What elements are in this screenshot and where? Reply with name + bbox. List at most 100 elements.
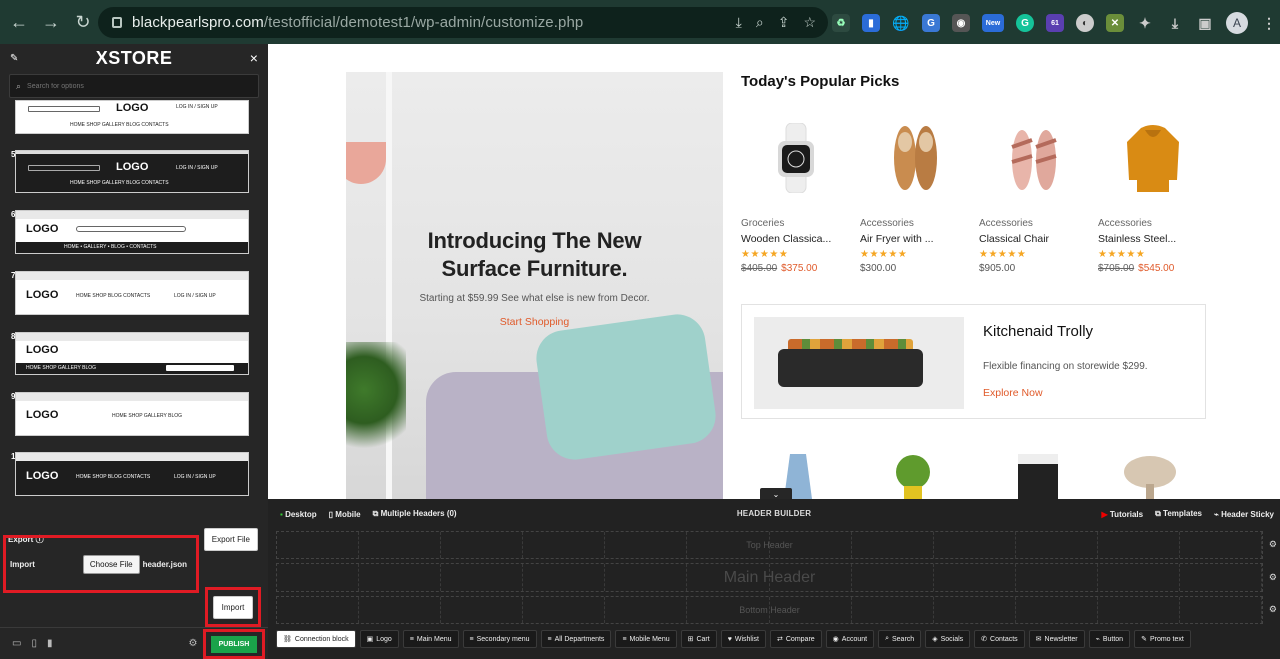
product-thumbnail[interactable] [1120,454,1180,499]
badge-extension-icon[interactable]: 61 [1046,14,1064,32]
header-preset[interactable]: LOGO HOME SHOP BLOG CONTACTS LOG IN / SI… [15,452,249,496]
element-compare[interactable]: ⇄ Compare [770,630,822,648]
grammarly-extension-icon[interactable]: G [1016,14,1034,32]
product-card[interactable]: Accessories Stainless Steel... ★★★★★ $70… [1098,112,1208,274]
search-box [166,365,234,371]
color-extension-icon[interactable]: ◐ [1076,14,1094,32]
close-icon[interactable]: × [250,50,258,66]
element-search[interactable]: ⌕ Search [878,630,922,648]
recycle-extension-icon[interactable]: ♻ [832,14,850,32]
product-name[interactable]: Wooden Classica... [741,233,851,245]
x-extension-icon[interactable]: ✕ [1106,14,1124,32]
product-price: $705.00 $545.00 [1098,263,1175,274]
import-row: Import Choose File header.json [3,535,199,593]
compare-icon: ⇄ [777,636,783,643]
pillow-shape [532,310,720,464]
pin-icon[interactable]: ✎ [10,53,18,64]
header-preset[interactable]: LOGO LOG IN / SIGN UP HOME SHOP GALLERY … [15,150,249,193]
hero-subtitle: Starting at $59.99 See what else is new … [419,293,650,304]
bottom-header-settings-icon[interactable]: ⚙ [1269,604,1277,615]
forward-icon[interactable]: → [38,9,64,35]
zoom-icon[interactable]: ⌕ [756,14,764,31]
tablet-preview-icon[interactable]: ▯ [31,638,37,649]
header-preset[interactable]: LOGO HOME SHOP GALLERY BLOG [15,332,249,375]
reload-icon[interactable]: ↻ [70,9,96,35]
puzzle-extensions-icon[interactable]: ✦ [1136,14,1154,32]
docs-extension-icon[interactable]: ▮ [862,14,880,32]
desktop-preview-icon[interactable]: ▭ [12,638,21,649]
menu-icon: ≡ [622,635,627,643]
main-header-row[interactable]: Main Header [276,563,1263,592]
product-price: $300.00 [860,263,897,274]
product-thumbnail[interactable] [1013,454,1073,499]
rating-stars: ★★★★★ [1098,249,1146,260]
bottom-header-row[interactable]: Bottom Header [276,596,1263,624]
product-image[interactable] [860,112,970,204]
import-button[interactable]: Import [212,595,254,619]
header-preset[interactable]: LOGO HOME • GALLERY • BLOG • CONTACTS [15,210,249,254]
product-thumbnail[interactable] [888,454,948,499]
back-icon[interactable]: ← [6,9,32,35]
share-icon[interactable]: ⇪ [778,14,790,31]
new-extension-icon[interactable]: New [982,14,1004,32]
product-name[interactable]: Air Fryer with ... [860,233,970,245]
top-header-row[interactable]: Top Header [276,531,1263,559]
hero-banner[interactable]: Introducing The New Surface Furniture. S… [346,72,723,499]
profile-avatar[interactable]: A [1226,12,1248,34]
element-secondary-menu[interactable]: ≡ Secondary menu [462,630,537,648]
download-blocked-icon[interactable]: ⤓ [736,14,742,31]
bookmark-star-icon[interactable]: ☆ [803,14,816,31]
element-connection-block[interactable]: ⛓ Connection block [276,630,356,648]
browser-toolbar: ← → ↻ blackpearlspro.com/testofficial/de… [0,0,1280,44]
element-all-departments[interactable]: ≡ All Departments [540,630,612,648]
element-account[interactable]: ◉ Account [825,630,875,648]
header-preset[interactable]: LOGO LOG IN / SIGN UP HOME SHOP GALLERY … [15,100,249,134]
sidepanel-icon[interactable]: ▣ [1196,14,1214,32]
product-card[interactable]: Groceries Wooden Classica... ★★★★★ $405.… [741,112,851,274]
publish-button[interactable]: PUBLISH [210,635,258,653]
product-name[interactable]: Classical Chair [979,233,1089,245]
settings-icon[interactable]: ⚙ [188,638,197,649]
main-header-settings-icon[interactable]: ⚙ [1269,572,1277,583]
options-search[interactable]: ⌕ [9,74,259,98]
product-card[interactable]: Accessories Air Fryer with ... ★★★★★ $30… [860,112,970,274]
promo-subtitle: Flexible financing on storewide $299. [983,361,1148,372]
promo-banner[interactable]: Kitchenaid Trolly Flexible financing on … [741,304,1206,419]
translate-extension-icon[interactable]: G [922,14,940,32]
link-icon: ⛓ [283,636,292,643]
download-icon[interactable]: ⤓ [1166,14,1184,32]
element-logo[interactable]: ▣ Logo [359,630,399,648]
product-image[interactable] [1098,112,1208,204]
element-cart[interactable]: ⊞ Cart [680,630,717,648]
element-button[interactable]: ⌁ Button [1088,630,1131,648]
header-preset[interactable]: LOGO HOME SHOP BLOG CONTACTS LOG IN / SI… [15,271,249,315]
element-main-menu[interactable]: ≡ Main Menu [402,630,459,648]
product-card[interactable]: Accessories Classical Chair ★★★★★ $905.0… [979,112,1089,274]
sidebar-header: ✎ XSTORE × [0,44,268,72]
menu-kebab-icon[interactable]: ⋮ [1260,14,1278,32]
camera-extension-icon[interactable]: ◉ [952,14,970,32]
mobile-preview-icon[interactable]: ▮ [47,638,53,649]
site-preview: Introducing The New Surface Furniture. S… [268,44,1280,499]
globe-extension-icon[interactable]: 🌐 [892,14,910,32]
element-wishlist[interactable]: ♥ Wishlist [720,630,766,648]
element-contacts[interactable]: ✆ Contacts [974,630,1025,648]
element-promo-text[interactable]: ✎ Promo text [1134,630,1191,648]
top-header-settings-icon[interactable]: ⚙ [1269,539,1277,550]
selected-file-name: header.json [142,559,188,569]
product-image[interactable] [741,112,851,204]
choose-file-button[interactable]: Choose File [82,554,140,574]
header-preset[interactable]: LOGO HOME SHOP GALLERY BLOG [15,392,249,436]
element-newsletter[interactable]: ✉ Newsletter [1028,630,1085,648]
element-mobile-menu[interactable]: ≡ Mobile Menu [615,630,677,648]
search-input[interactable] [27,82,228,90]
address-bar[interactable]: blackpearlspro.com/testofficial/demotest… [98,7,828,38]
start-shopping-link[interactable]: Start Shopping [346,316,723,328]
export-file-button[interactable]: Export File [203,527,258,551]
element-socials[interactable]: ◈ Socials [925,630,971,648]
brand-logo: XSTORE [95,47,173,68]
megaphone-icon: ✎ [1141,636,1147,643]
product-image[interactable] [979,112,1089,204]
product-name[interactable]: Stainless Steel... [1098,233,1208,245]
explore-now-link[interactable]: Explore Now [983,387,1043,399]
